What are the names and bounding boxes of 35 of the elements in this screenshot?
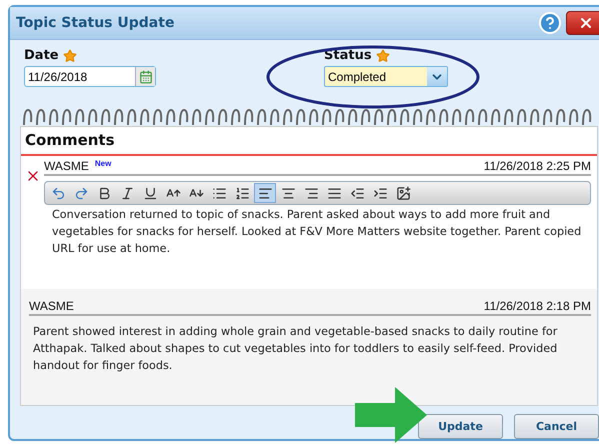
undo-icon (50, 186, 66, 200)
comment-editor[interactable]: Conversation returned to topic of snacks. Parent asked about ways to add more fruit and vegetables for snacks for herself. Looked at F&V More Matters website together. Parent copied URL for use at home. (44, 205, 591, 289)
help-button[interactable] (538, 11, 562, 35)
status-dropdown[interactable]: Completed (324, 66, 448, 87)
arrow-icon (355, 387, 427, 443)
help-icon (538, 11, 562, 35)
comment-text: Parent showed interest in adding whole grain and vegetable-based snacks to daily routine for Atthapak. Talked about shapes to cut vegetables into for toddlers to easily self-feed. Provided handout for finger foods. (32, 324, 558, 374)
align-justify-icon (326, 186, 342, 200)
redo-icon (74, 186, 88, 200)
align-center-icon (280, 186, 296, 200)
image-icon (396, 186, 410, 200)
new-label: New (94, 159, 112, 168)
align-right-icon (304, 186, 318, 200)
cancel-button[interactable]: Cancel (514, 414, 599, 439)
status-label: Status (324, 48, 372, 63)
comment-author: WASME (29, 299, 74, 313)
align-left-button[interactable] (254, 183, 276, 203)
close-button[interactable] (566, 11, 599, 35)
numbered-list-icon (234, 186, 250, 200)
calendar-button[interactable] (135, 67, 155, 86)
date-field[interactable]: 11/26/2018 (24, 66, 156, 87)
date-label: Date (24, 48, 59, 63)
outdent-icon (350, 186, 364, 200)
indent-icon (372, 186, 388, 200)
update-button[interactable]: Update (418, 414, 503, 439)
close-icon (578, 15, 594, 31)
comment-timestamp: 11/26/2018 2:18 PM (484, 299, 591, 313)
bullet-list-icon (212, 186, 226, 200)
align-left-icon (258, 186, 272, 200)
comment-author: WASME (44, 159, 89, 173)
window-title: Topic Status Update (16, 15, 176, 31)
comment-timestamp: 11/26/2018 2:25 PM (484, 159, 591, 173)
calendar-icon (138, 70, 152, 84)
italic-icon (120, 186, 134, 200)
underline-icon (142, 186, 158, 200)
